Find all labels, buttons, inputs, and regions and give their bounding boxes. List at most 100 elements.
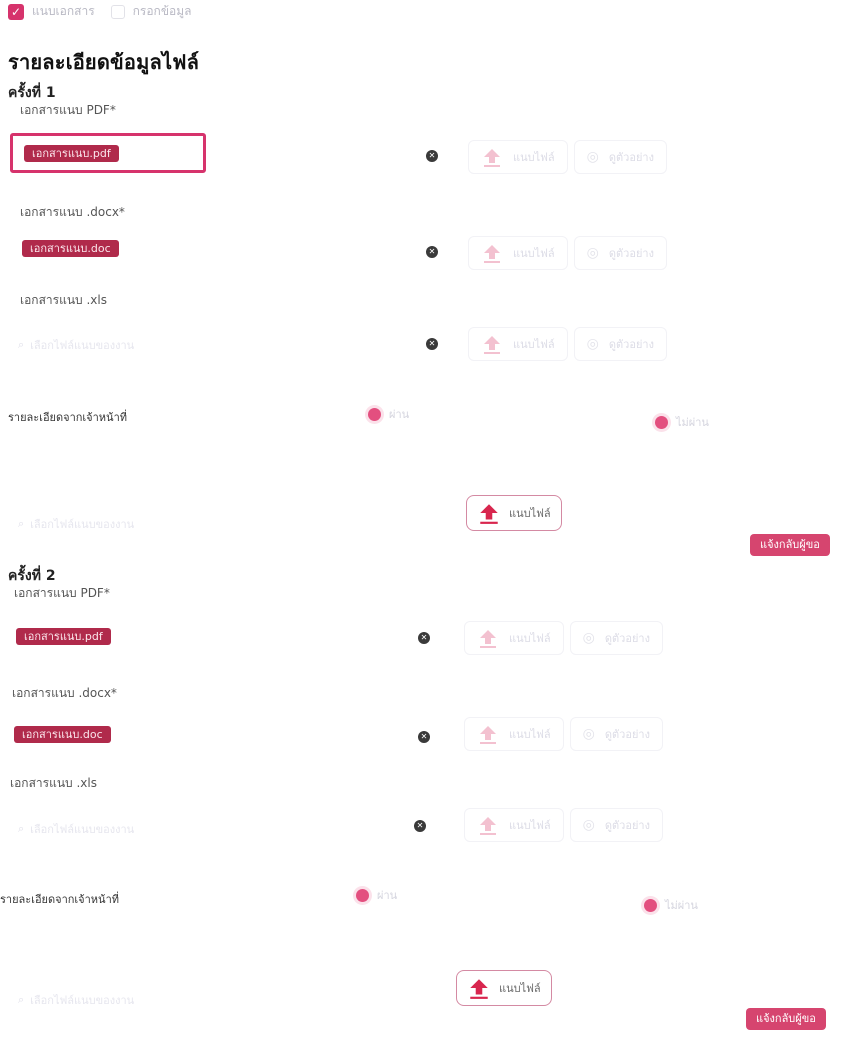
upload-button[interactable]: แนบไฟล์ [468,327,568,361]
upload-button[interactable]: แนบไฟล์ [464,621,564,655]
upload-button[interactable]: แนบไฟล์ [468,236,568,270]
file-picker-placeholder: เลือกไฟล์แนบของงาน [30,339,135,352]
radio-pass-label: ผ่าน [377,889,398,902]
upload-icon [477,814,499,836]
notify-requester-button[interactable]: แจ้งกลับผู้ขอ [746,1008,826,1030]
delete-icon[interactable]: ✕ [426,150,438,162]
field-label-docx: เอกสารแนบ .docx* [12,686,117,700]
eye-icon: ◎ [586,336,599,352]
radio-pass-label: ผ่าน [389,408,410,421]
upload-icon [477,627,499,649]
file-picker[interactable]: ⌕ เลือกไฟล์แนบของงาน [18,820,134,838]
radio-pass[interactable]: ผ่าน [368,405,409,423]
file-tag-pdf[interactable]: เอกสารแนบ.pdf [16,628,111,645]
radio-dot [368,407,381,421]
preview-label: ดูตัวอย่าง [604,728,650,741]
notify-requester-button[interactable]: แจ้งกลับผู้ขอ [750,534,830,556]
page-title: รายละเอียดข้อมูลไฟล์ [8,50,200,74]
officer-upload-button[interactable]: แนบไฟล์ [456,970,552,1006]
officer-file-picker[interactable]: ⌕ เลือกไฟล์แนบของงาน [18,515,134,533]
officer-upload-button[interactable]: แนบไฟล์ [466,495,562,531]
checkbox-icon[interactable] [110,4,125,19]
upload-label: แนบไฟล์ [513,247,555,260]
eye-icon: ◎ [586,149,599,165]
radio-fail[interactable]: ไม่ผ่าน [655,413,709,431]
officer-detail-label: รายละเอียดจากเจ้าหน้าที่ [0,893,119,906]
preview-label: ดูตัวอย่าง [608,151,654,164]
upload-icon [467,976,491,1000]
file-actions: แนบไฟล์ ◎ ดูตัวอย่าง [464,717,663,751]
upload-icon [481,333,503,355]
file-picker[interactable]: ⌕ เลือกไฟล์แนบของงาน [18,336,134,354]
preview-button[interactable]: ◎ ดูตัวอย่าง [573,236,667,270]
preview-button[interactable]: ◎ ดูตัวอย่าง [569,717,663,751]
upload-button[interactable]: แนบไฟล์ [464,717,564,751]
radio-dot [356,888,369,902]
tab-label: แนบเอกสาร [32,4,95,18]
tab-bar: ✓ แนบเอกสาร กรอกข้อมูล [8,2,192,21]
delete-icon[interactable]: ✕ [426,338,438,350]
upload-label: แนบไฟล์ [509,819,551,832]
file-tag-doc[interactable]: เอกสารแนบ.doc [22,240,119,257]
paperclip-icon: ⌕ [18,822,25,835]
preview-label: ดูตัวอย่าง [608,338,654,351]
file-actions: แนบไฟล์ ◎ ดูตัวอย่าง [468,140,667,174]
field-label-xls: เอกสารแนบ .xls [10,776,97,790]
delete-icon[interactable]: ✕ [418,632,430,644]
radio-fail[interactable]: ไม่ผ่าน [644,896,698,914]
file-tag-pdf[interactable]: เอกสารแนบ.pdf [24,145,119,162]
file-actions: แนบไฟล์ ◎ ดูตัวอย่าง [468,327,667,361]
file-tag-doc[interactable]: เอกสารแนบ.doc [14,726,111,743]
delete-icon[interactable]: ✕ [418,731,430,743]
tab-label: กรอกข้อมูล [132,4,192,18]
upload-label: แนบไฟล์ [499,982,541,995]
file-picker-placeholder: เลือกไฟล์แนบของงาน [30,823,135,836]
field-label-pdf: เอกสารแนบ PDF* [20,103,116,117]
upload-label: แนบไฟล์ [509,507,551,520]
preview-button[interactable]: ◎ ดูตัวอย่าง [573,327,667,361]
tab-fill-information[interactable]: กรอกข้อมูล [105,2,192,21]
preview-label: ดูตัวอย่าง [604,632,650,645]
delete-icon[interactable]: ✕ [426,246,438,258]
paperclip-icon: ⌕ [18,338,25,351]
radio-pass[interactable]: ผ่าน [356,886,397,904]
upload-label: แนบไฟล์ [513,338,555,351]
upload-label: แนบไฟล์ [513,151,555,164]
file-actions: แนบไฟล์ ◎ ดูตัวอย่าง [464,808,663,842]
field-label-docx: เอกสารแนบ .docx* [20,205,125,219]
file-actions: แนบไฟล์ ◎ ดูตัวอย่าง [468,236,667,270]
preview-label: ดูตัวอย่าง [604,819,650,832]
preview-button[interactable]: ◎ ดูตัวอย่าง [573,140,667,174]
upload-button[interactable]: แนบไฟล์ [464,808,564,842]
upload-icon [481,242,503,264]
radio-dot [644,898,657,912]
preview-label: ดูตัวอย่าง [608,247,654,260]
radio-fail-label: ไม่ผ่าน [665,899,698,912]
paperclip-icon: ⌕ [18,993,25,1006]
eye-icon: ◎ [582,630,595,646]
preview-button[interactable]: ◎ ดูตัวอย่าง [569,621,663,655]
checkbox-checked-icon[interactable]: ✓ [8,3,24,20]
paperclip-icon: ⌕ [18,517,25,530]
upload-icon [477,723,499,745]
eye-icon: ◎ [582,726,595,742]
file-picker-placeholder: เลือกไฟล์แนบของงาน [30,518,135,531]
file-picker-placeholder: เลือกไฟล์แนบของงาน [30,994,135,1007]
eye-icon: ◎ [586,245,599,261]
file-actions: แนบไฟล์ ◎ ดูตัวอย่าง [464,621,663,655]
officer-detail-label: รายละเอียดจากเจ้าหน้าที่ [8,411,127,424]
radio-dot [655,415,668,429]
upload-label: แนบไฟล์ [509,728,551,741]
eye-icon: ◎ [582,817,595,833]
upload-button[interactable]: แนบไฟล์ [468,140,568,174]
upload-icon [481,146,503,168]
radio-fail-label: ไม่ผ่าน [676,416,709,429]
delete-icon[interactable]: ✕ [414,820,426,832]
upload-icon [477,501,501,525]
field-label-pdf: เอกสารแนบ PDF* [14,586,110,600]
preview-button[interactable]: ◎ ดูตัวอย่าง [569,808,663,842]
upload-label: แนบไฟล์ [509,632,551,645]
tab-attach-documents[interactable]: ✓ แนบเอกสาร [8,2,95,21]
officer-file-picker[interactable]: ⌕ เลือกไฟล์แนบของงาน [18,991,134,1009]
field-label-xls: เอกสารแนบ .xls [20,293,107,307]
